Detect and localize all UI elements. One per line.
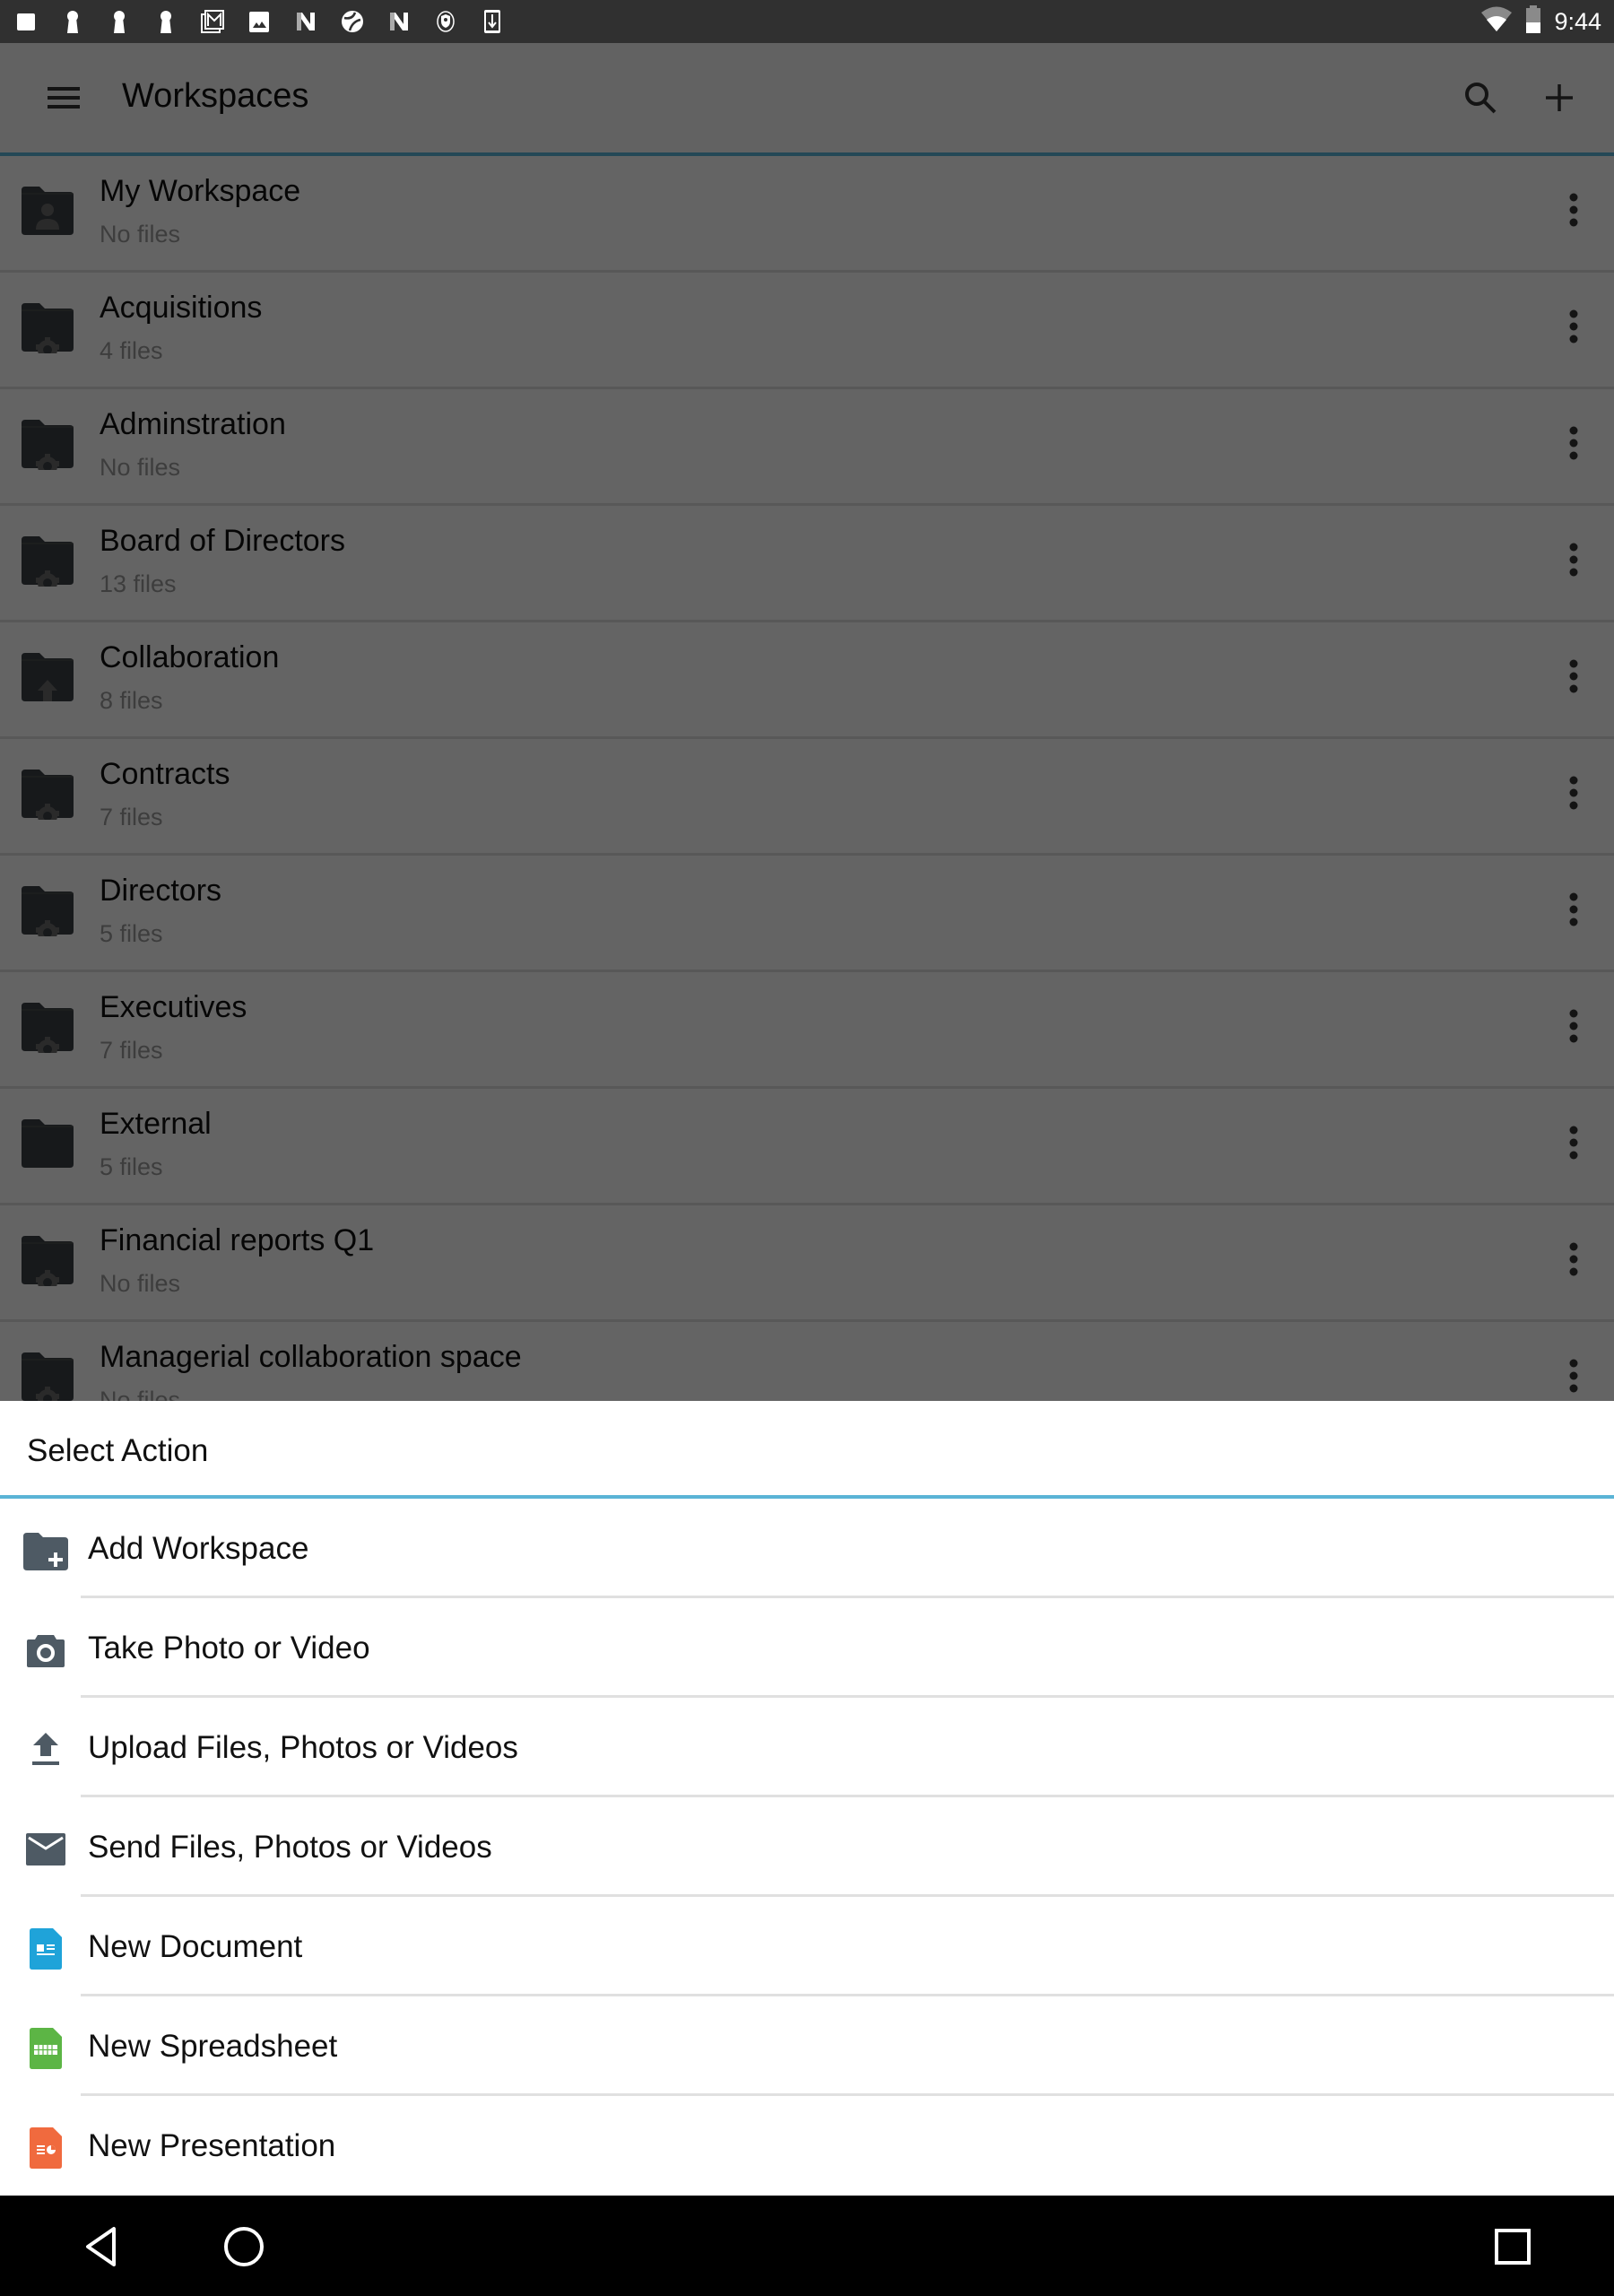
home-icon[interactable] [213, 2215, 275, 2278]
spreadsheet-icon [23, 2026, 68, 2071]
battery-icon [1525, 4, 1541, 39]
wifi-icon [1480, 6, 1513, 38]
action-take-photo-or-video[interactable]: Take Photo or Video [0, 1598, 1614, 1698]
upload-icon [23, 1727, 68, 1772]
action-label: New Spreadsheet [88, 2029, 338, 2064]
action-new-spreadsheet[interactable]: New Spreadsheet [0, 1996, 1614, 2096]
gmail-icon [199, 8, 226, 35]
camera-icon [23, 1628, 68, 1673]
navigation-bar [0, 2196, 1614, 2296]
action-label: Add Workspace [88, 1531, 309, 1566]
status-indicators: 9:44 [1480, 0, 1601, 43]
action-label: New Presentation [88, 2128, 336, 2163]
action-send-files-photos-or-videos[interactable]: Send Files, Photos or Videos [0, 1797, 1614, 1897]
add-folder-icon [23, 1528, 68, 1573]
select-action-sheet: Select Action Add Workspace Take Photo o… [0, 1401, 1614, 2196]
shield-icon [432, 8, 459, 35]
keyhole-icon [59, 8, 86, 35]
aperture-icon [339, 8, 366, 35]
sheet-title: Select Action [27, 1433, 209, 1468]
clock: 9:44 [1554, 7, 1601, 35]
action-label: Take Photo or Video [88, 1631, 370, 1665]
action-add-workspace[interactable]: Add Workspace [0, 1499, 1614, 1598]
action-new-document[interactable]: New Document [0, 1897, 1614, 1996]
download-icon [479, 8, 506, 35]
action-upload-files-photos-or-videos[interactable]: Upload Files, Photos or Videos [0, 1698, 1614, 1797]
keyhole-icon [152, 8, 179, 35]
status-bar: 9:44 [0, 0, 1614, 43]
photo-icon [246, 8, 273, 35]
notification-square-icon [13, 8, 39, 35]
n-app-icon [386, 8, 412, 35]
action-new-presentation[interactable]: New Presentation [0, 2096, 1614, 2196]
keyhole-icon [106, 8, 133, 35]
back-icon[interactable] [70, 2215, 133, 2278]
mail-icon [23, 1827, 68, 1872]
action-label: New Document [88, 1929, 303, 1964]
action-label: Send Files, Photos or Videos [88, 1830, 492, 1865]
notification-icons [13, 7, 525, 36]
document-icon [23, 1926, 68, 1971]
n-app-icon [292, 8, 319, 35]
action-label: Upload Files, Photos or Videos [88, 1730, 518, 1765]
action-list: Add Workspace Take Photo or Video Upload… [0, 1499, 1614, 2196]
dim-overlay[interactable] [0, 43, 1614, 1401]
presentation-icon [23, 2126, 68, 2170]
recents-icon[interactable] [1481, 2215, 1544, 2278]
